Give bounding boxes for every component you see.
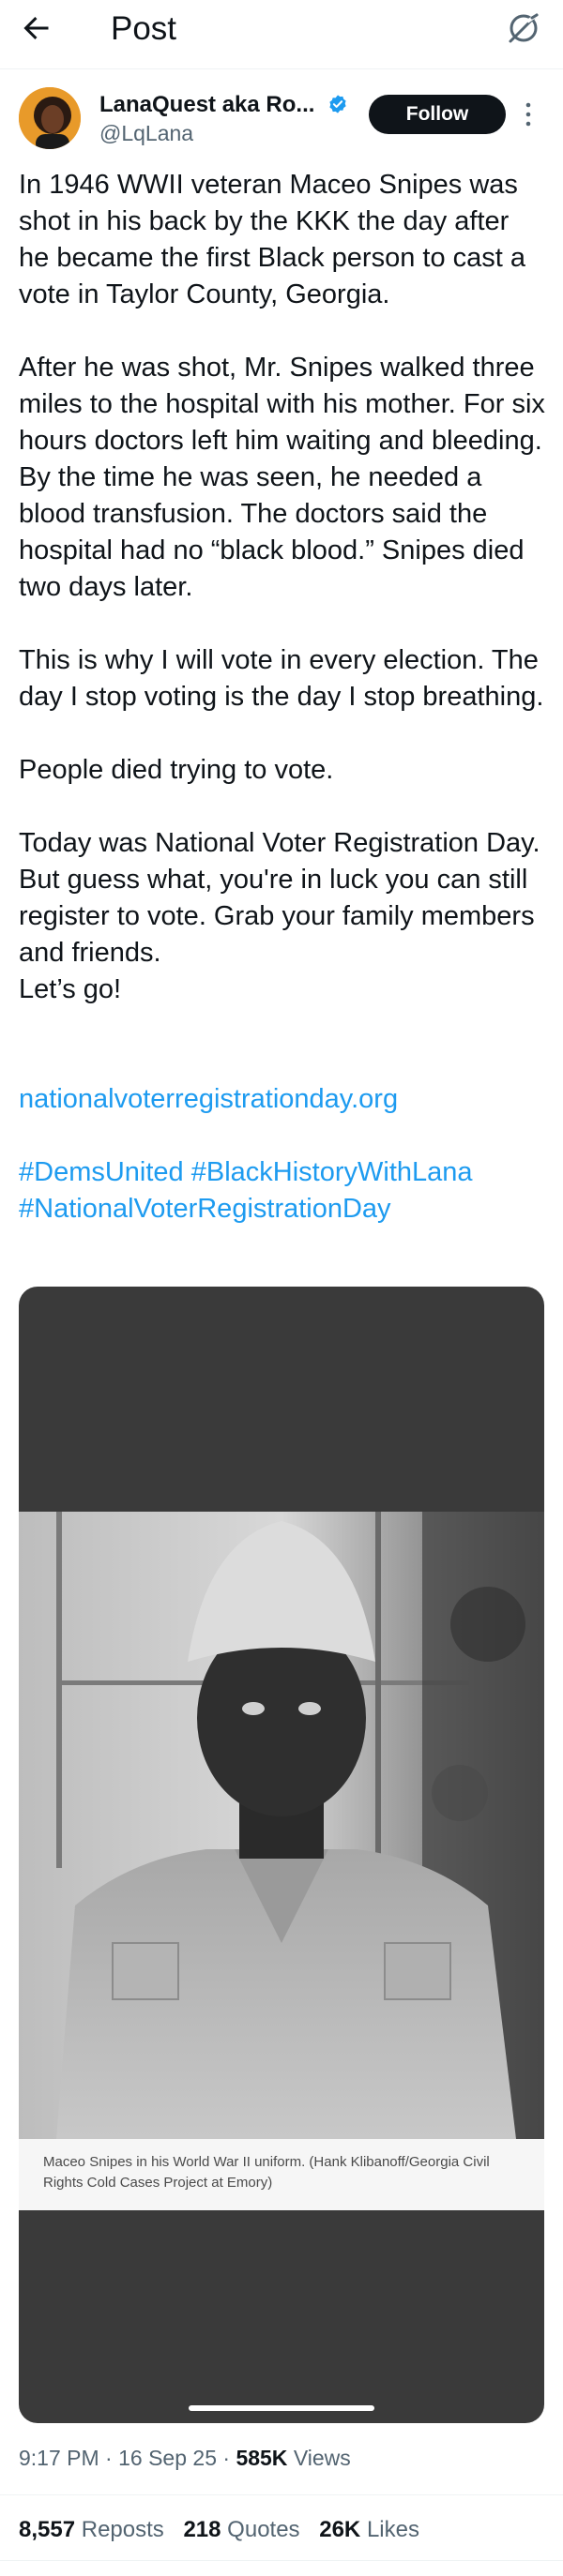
photo-caption-box: Maceo Snipes in his World War II uniform…	[19, 2139, 544, 2210]
post-paragraph: After he was shot, Mr. Snipes walked thr…	[19, 353, 545, 602]
more-options-icon[interactable]	[522, 98, 535, 131]
verified-badge-icon	[329, 95, 346, 113]
post-date[interactable]: 16 Sep 25	[118, 2446, 217, 2470]
hashtag-link[interactable]: #BlackHistoryWithLana	[191, 1157, 473, 1187]
author-handle[interactable]: @LqLana	[99, 119, 193, 147]
meta-separator: ·	[105, 2446, 119, 2470]
views-label: Views	[293, 2446, 351, 2470]
likes-count: 26K	[319, 2517, 361, 2542]
stats-divider	[0, 2560, 563, 2561]
hashtag-link[interactable]: #DemsUnited	[19, 1157, 184, 1187]
quotes-stat[interactable]: 218 Quotes	[183, 2516, 299, 2544]
portrait-photo	[19, 1512, 544, 2139]
photo-image	[19, 1512, 544, 2139]
follow-button[interactable]: Follow	[369, 95, 506, 134]
meta-separator: ·	[222, 2446, 236, 2470]
page-title: Post	[111, 10, 177, 47]
views-count: 585K	[236, 2446, 288, 2470]
post-paragraph: Today was National Voter Registration Da…	[19, 828, 540, 1004]
reposts-stat[interactable]: 8,557 Reposts	[19, 2516, 164, 2544]
hashtag-link[interactable]: #NationalVoterRegistrationDay	[19, 1194, 391, 1224]
quotes-count: 218	[183, 2517, 221, 2542]
avatar[interactable]	[19, 87, 81, 149]
post-link[interactable]: nationalvoterregistrationday.org	[19, 1084, 398, 1114]
meta-divider	[0, 2494, 563, 2495]
photo-caption: Maceo Snipes in his World War II uniform…	[43, 2154, 490, 2191]
header-divider	[0, 68, 563, 69]
post-meta: 9:17 PM · 16 Sep 25 · 585K Views	[19, 2444, 351, 2472]
author-name[interactable]: LanaQuest aka Ro...	[99, 91, 314, 119]
post-media[interactable]: Maceo Snipes in his World War II uniform…	[19, 1287, 544, 2423]
post-stats: 8,557 Reposts 218 Quotes 26K Likes	[19, 2516, 433, 2544]
avatar-image	[19, 87, 81, 149]
grok-icon[interactable]	[505, 9, 542, 47]
quotes-label: Quotes	[227, 2517, 300, 2542]
arrow-left-icon[interactable]	[19, 11, 53, 45]
post-body: In 1946 WWII veteran Maceo Snipes was sh…	[19, 167, 546, 1264]
hashtags: #DemsUnited #BlackHistoryWithLana #Natio…	[19, 1154, 546, 1228]
top-bar: Post	[0, 0, 563, 58]
reposts-label: Reposts	[81, 2517, 164, 2542]
media-home-indicator	[189, 2405, 374, 2411]
post-link-paragraph: nationalvoterregistrationday.org	[19, 1045, 546, 1118]
post-paragraph: This is why I will vote in every electio…	[19, 645, 544, 712]
likes-stat[interactable]: 26K Likes	[319, 2516, 419, 2544]
likes-label: Likes	[366, 2517, 419, 2542]
post-paragraph: People died trying to vote.	[19, 755, 334, 785]
reposts-count: 8,557	[19, 2517, 76, 2542]
post-paragraph: In 1946 WWII veteran Maceo Snipes was sh…	[19, 170, 525, 309]
post-time[interactable]: 9:17 PM	[19, 2446, 99, 2470]
